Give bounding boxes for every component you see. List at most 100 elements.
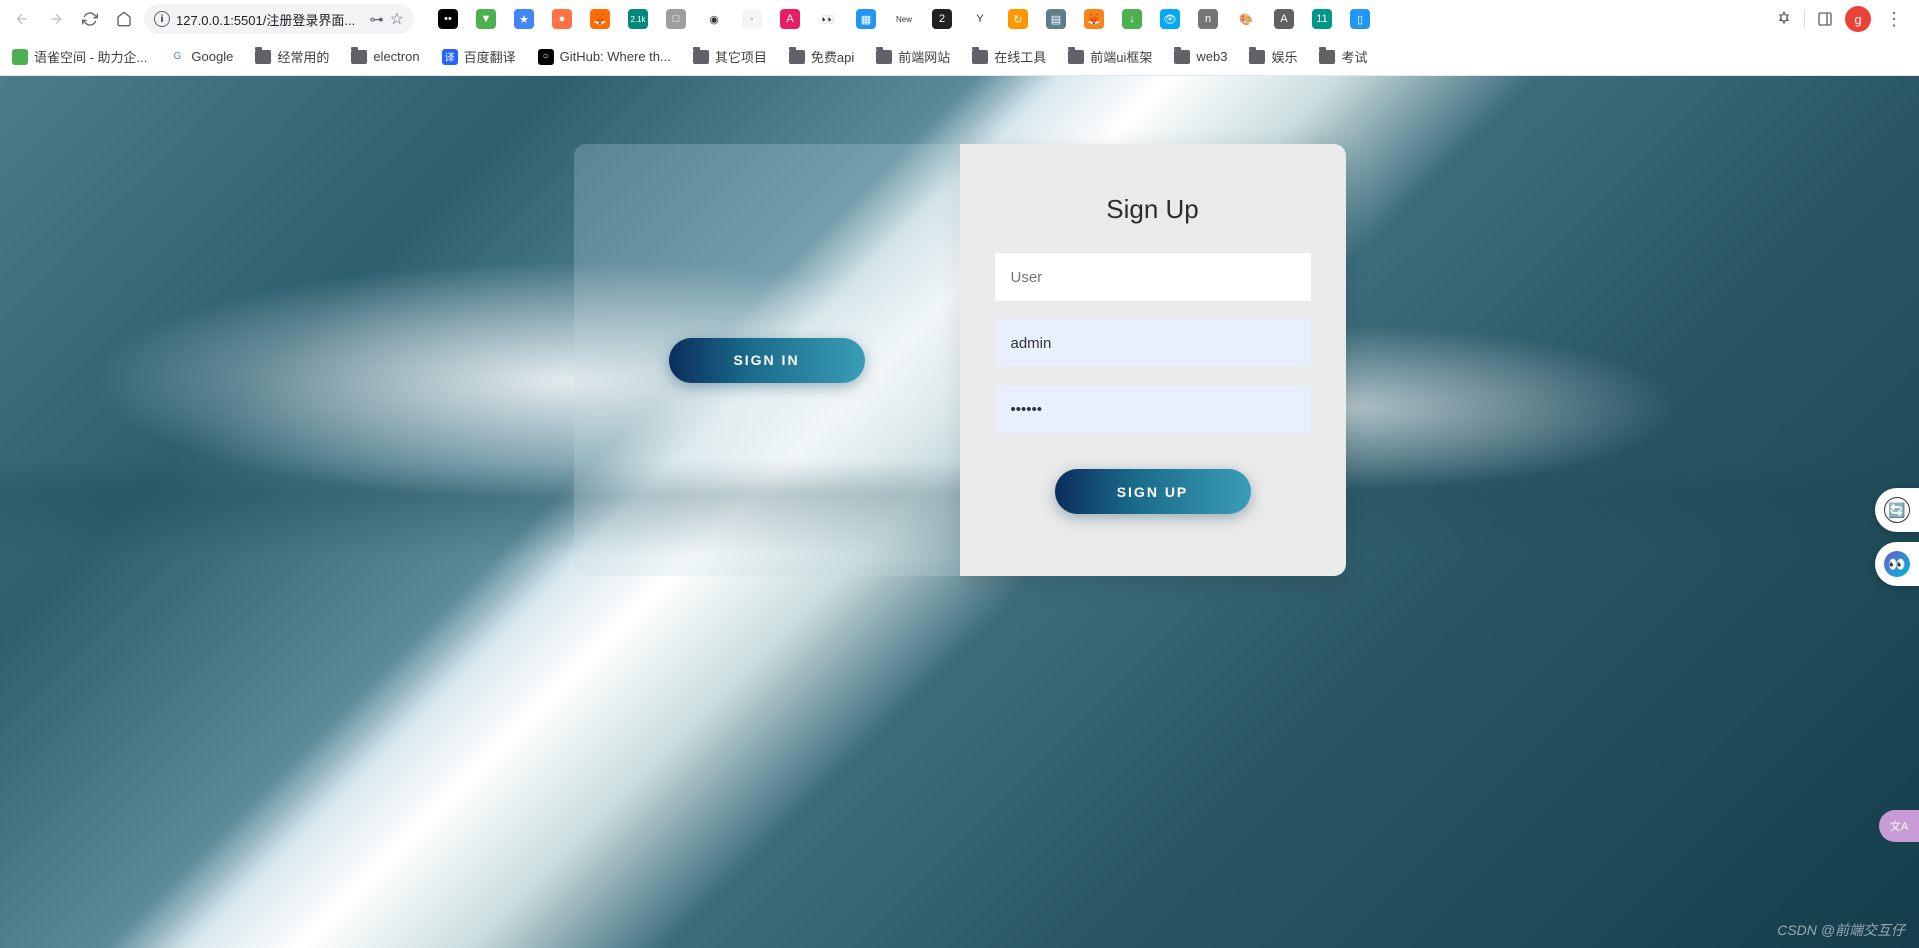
folder-icon (255, 50, 271, 64)
key-icon[interactable]: ⊶ (370, 11, 384, 28)
ext-star-blue[interactable]: ★ (514, 9, 534, 29)
bookmark-item[interactable]: 经常用的 (255, 47, 329, 66)
ext-fox[interactable]: 🦊 (590, 9, 610, 29)
bookmark-label: 语雀空间 - 助力企... (34, 47, 147, 66)
ext-blue-sq[interactable]: ▦ (856, 9, 876, 29)
bookmark-label: electron (373, 49, 419, 64)
folder-icon (876, 50, 892, 64)
ext-gray[interactable]: □ (666, 9, 686, 29)
ext-eyes[interactable]: 👀 (818, 9, 838, 29)
address-bar[interactable]: i 127.0.0.1:5501/注册登录界面... ⊶ ☆ (144, 4, 414, 34)
bookmark-item[interactable]: 免费api (789, 47, 854, 66)
folder-icon (1319, 50, 1335, 64)
bookmark-item[interactable]: ○ GitHub: Where th... (538, 49, 671, 65)
folder-icon (693, 50, 709, 64)
home-button[interactable] (110, 5, 138, 33)
ext-blue[interactable]: ▯ (1350, 9, 1370, 29)
site-info-icon[interactable]: i (154, 11, 170, 27)
page-background: SIGN IN Sign Up SIGN UP 🔄 👀 文A CSDN @前端交… (0, 76, 1919, 948)
bookmark-label: 考试 (1341, 47, 1367, 66)
ext-y[interactable]: Y (970, 9, 990, 29)
ext-metamask[interactable]: 🦊 (1084, 9, 1104, 29)
reload-button[interactable] (76, 5, 104, 33)
extension-icons: •• ▼ ★ ● 🦊 2.1k □ ◉ · A 👀 ▦ New 2Y ↻ ▤ 🦊 ↓ 👁 n 🎨 A 11 ▯ (438, 9, 1370, 29)
bookmark-item[interactable]: 语雀空间 - 助力企... (12, 47, 147, 66)
bookmark-label: 其它项目 (715, 47, 767, 66)
translate-widget[interactable]: 🔄 (1875, 488, 1919, 532)
bookmark-label: web3 (1196, 49, 1227, 64)
folder-icon (789, 50, 805, 64)
side-panel-icon[interactable] (1811, 5, 1839, 33)
bookmark-item[interactable]: 娱乐 (1249, 47, 1297, 66)
bookmark-label: 经常用的 (277, 47, 329, 66)
signin-panel: SIGN IN (574, 144, 960, 576)
bookmark-label: GitHub: Where th... (560, 49, 671, 64)
bookmark-item[interactable]: 在线工具 (972, 47, 1046, 66)
ext-dark[interactable]: 2 (932, 9, 952, 29)
bookmark-item[interactable]: 前端网站 (876, 47, 950, 66)
folder-icon (1249, 50, 1265, 64)
bookmark-favicon: G (169, 49, 185, 65)
bookmark-favicon: 译 (442, 49, 458, 65)
bookmark-favicon: ○ (538, 49, 554, 65)
bookmark-favicon (12, 49, 28, 65)
password-input[interactable] (995, 385, 1311, 433)
bookmark-label: 前端ui框架 (1090, 47, 1152, 66)
purple-tab-label: 文A (1890, 818, 1908, 834)
watermark-text: CSDN @前端交互仔 (1777, 920, 1905, 940)
bookmark-item[interactable]: 译百度翻译 (442, 47, 516, 66)
forward-button[interactable] (42, 5, 70, 33)
ext-pink[interactable]: A (780, 9, 800, 29)
signin-button[interactable]: SIGN IN (669, 338, 865, 383)
bookmark-label: 前端网站 (898, 47, 950, 66)
bookmark-item[interactable]: web3 (1174, 49, 1227, 64)
profile-avatar[interactable]: g (1845, 6, 1871, 32)
bookmark-item[interactable]: 前端ui框架 (1068, 47, 1152, 66)
ext-faint[interactable]: · (742, 9, 762, 29)
bookmark-label: 娱乐 (1271, 47, 1297, 66)
ext-download[interactable]: ↓ (1122, 9, 1142, 29)
ext-doc[interactable]: ▤ (1046, 9, 1066, 29)
ext-new[interactable]: New (894, 9, 914, 29)
ext-a[interactable]: A (1274, 9, 1294, 29)
extensions-menu-icon[interactable] (1770, 5, 1798, 33)
translate-icon: 🔄 (1884, 497, 1910, 523)
bookmark-item[interactable]: electron (351, 49, 419, 64)
ext-eye[interactable]: 👁 (1160, 9, 1180, 29)
ext-cart[interactable]: 2.1k (628, 9, 648, 29)
bookmark-item[interactable]: 其它项目 (693, 47, 767, 66)
assistant-widget[interactable]: 👀 (1875, 542, 1919, 586)
bookmark-label: 百度翻译 (464, 47, 516, 66)
url-text: 127.0.0.1:5501/注册登录界面... (176, 10, 364, 29)
ext-black-dots[interactable]: •• (438, 9, 458, 29)
bookmark-item[interactable]: 考试 (1319, 47, 1367, 66)
bookmark-label: Google (191, 49, 233, 64)
back-button[interactable] (8, 5, 36, 33)
ext-circles[interactable]: ◉ (704, 9, 724, 29)
folder-icon (1174, 50, 1190, 64)
browser-menu-icon[interactable]: ⋮ (1877, 9, 1911, 30)
bookmark-label: 在线工具 (994, 47, 1046, 66)
purple-tab-widget[interactable]: 文A (1879, 810, 1919, 842)
folder-icon (351, 50, 367, 64)
ext-rainbow[interactable]: 🎨 (1236, 9, 1256, 29)
signup-title: Sign Up (1106, 194, 1199, 225)
folder-icon (972, 50, 988, 64)
user-display-input[interactable] (995, 253, 1311, 301)
bookmark-item[interactable]: G Google (169, 49, 233, 65)
bookmark-label: 免费api (811, 47, 854, 66)
browser-toolbar: i 127.0.0.1:5501/注册登录界面... ⊶ ☆ •• ▼ ★ ● 🦊 2.1… (0, 0, 1919, 38)
bookmark-star-icon[interactable]: ☆ (390, 9, 404, 29)
signup-panel: Sign Up SIGN UP (960, 144, 1346, 576)
bookmarks-bar: 语雀空间 - 助力企... G Google 经常用的 electron 译百度翻译 ○ Gi… (0, 38, 1919, 76)
assistant-icon: 👀 (1884, 551, 1910, 577)
signup-button[interactable]: SIGN UP (1055, 469, 1251, 514)
ext-orange[interactable]: ● (552, 9, 572, 29)
folder-icon (1068, 50, 1084, 64)
ext-n[interactable]: n (1198, 9, 1218, 29)
ext-shield-green[interactable]: ▼ (476, 9, 496, 29)
ext-teal11[interactable]: 11 (1312, 9, 1332, 29)
ext-refresh[interactable]: ↻ (1008, 9, 1028, 29)
auth-card: SIGN IN Sign Up SIGN UP (574, 144, 1346, 576)
username-input[interactable] (995, 319, 1311, 367)
